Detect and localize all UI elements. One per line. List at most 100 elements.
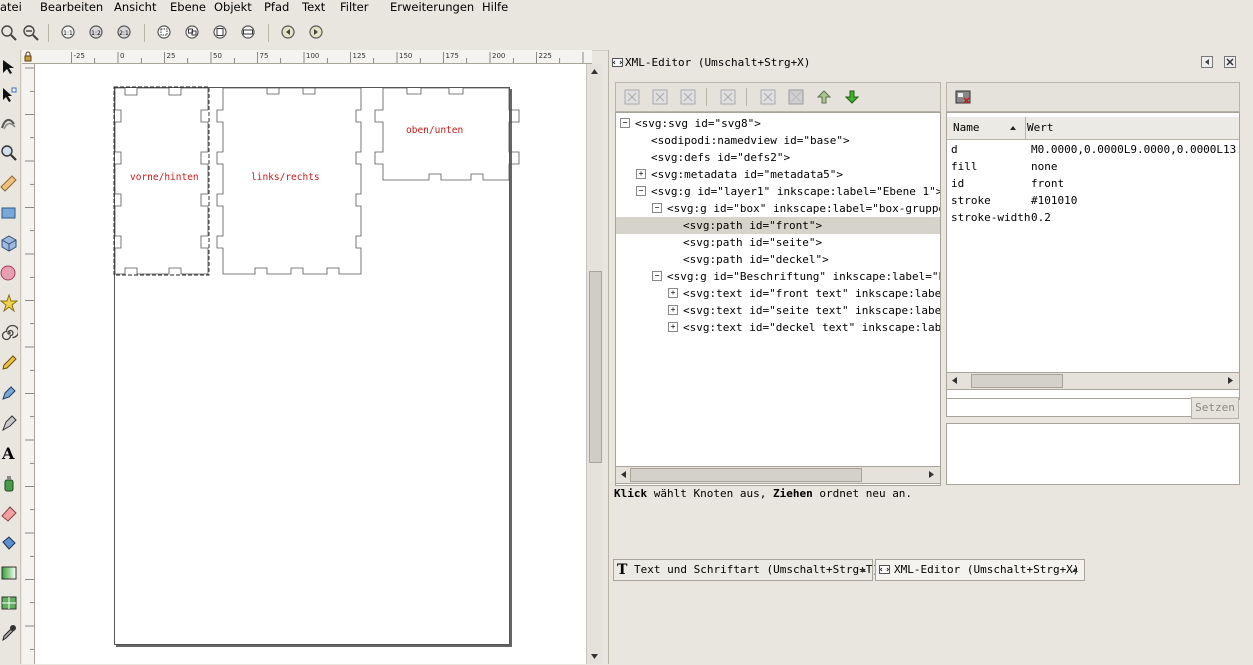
menu-edit[interactable]: Bearbeiten	[40, 0, 103, 14]
attribute-list[interactable]: Name Wert d M0.0000,0.0000L9.0000,0.0000L…	[946, 112, 1240, 400]
zoom-1-1-icon[interactable]: 1:1	[60, 24, 78, 42]
zoom-drawing-icon[interactable]	[184, 24, 202, 42]
attribute-row[interactable]: stroke #101010	[947, 192, 1237, 209]
3d-box-tool-icon[interactable]	[0, 234, 18, 252]
zoom-out-icon[interactable]	[22, 24, 40, 42]
label-links-rechts[interactable]: links/rechts	[251, 172, 320, 183]
chevron-up-icon[interactable]	[1071, 566, 1079, 574]
menu-object[interactable]: Objekt	[214, 0, 252, 14]
tree-node[interactable]: − <svg:g id="box" inkscape:label="box-gru…	[616, 200, 940, 217]
tree-node[interactable]: + <svg:text id="front text" inkscape:labe…	[616, 285, 940, 302]
set-attribute-button[interactable]: Setzen	[1191, 397, 1239, 419]
attribute-row[interactable]: id front	[947, 175, 1237, 192]
pencil-tool-icon[interactable]	[0, 354, 18, 372]
dropper-tool-icon[interactable]	[0, 624, 18, 642]
mesh-tool-icon[interactable]	[0, 594, 18, 612]
collapse-icon[interactable]: −	[636, 186, 646, 196]
scroll-left-arrow-icon[interactable]	[949, 375, 960, 386]
spiral-tool-icon[interactable]	[0, 324, 18, 342]
menu-text[interactable]: Text	[302, 0, 325, 14]
tree-node[interactable]: − <svg:g id="Beschriftung" inkscape:label…	[616, 268, 940, 285]
node-tool-icon[interactable]	[0, 86, 18, 104]
tree-node[interactable]: <svg:defs id="defs2">	[616, 149, 940, 166]
gradient-tool-icon[interactable]	[0, 564, 18, 582]
tree-node[interactable]: <svg:path id="seite">	[616, 234, 940, 251]
tree-node[interactable]: <svg:path id="deckel">	[616, 251, 940, 268]
delete-attribute-icon[interactable]	[955, 89, 971, 105]
label-oben-unten[interactable]: oben/unten	[406, 125, 463, 136]
menu-file[interactable]: atei	[0, 0, 22, 14]
tab-xml-editor[interactable]: XML-Editor (Umschalt+Strg+X)	[875, 559, 1085, 581]
lower-node-icon[interactable]	[844, 89, 860, 105]
tree-node[interactable]: <sodipodi:namedview id="base">	[616, 132, 940, 149]
drawing-canvas[interactable]: vorne/hinten links/rechts oben/unten	[35, 64, 586, 664]
expand-icon[interactable]: +	[668, 305, 678, 315]
measure-tool-icon[interactable]	[0, 174, 18, 192]
rectangle-tool-icon[interactable]	[0, 204, 18, 222]
zoom-selection-icon[interactable]	[156, 24, 174, 42]
menu-layer[interactable]: Ebene	[170, 0, 206, 14]
new-text-node-icon[interactable]	[652, 89, 668, 105]
delete-node-icon[interactable]	[720, 89, 736, 105]
zoom-2-1-icon[interactable]: 2:1	[116, 24, 134, 42]
ellipse-tool-icon[interactable]	[0, 264, 18, 282]
tree-scroll-thumb[interactable]	[630, 468, 862, 482]
expand-icon[interactable]: +	[668, 322, 678, 332]
scroll-right-arrow-icon[interactable]	[926, 469, 937, 480]
attribute-value-input[interactable]	[946, 398, 1192, 417]
menu-help[interactable]: Hilfe	[482, 0, 508, 14]
zoom-tool-icon[interactable]	[0, 144, 18, 162]
text-tool-icon[interactable]: A	[0, 444, 18, 462]
vertical-ruler[interactable]	[22, 64, 35, 664]
tree-node[interactable]: + <svg:text id="seite text" inkscape:labe…	[616, 302, 940, 319]
new-element-node-icon[interactable]	[624, 89, 640, 105]
attribute-value-textarea[interactable]	[946, 423, 1240, 485]
menu-view[interactable]: Ansicht	[114, 0, 156, 14]
zoom-in-icon[interactable]	[0, 24, 18, 42]
panel-iconify-icon[interactable]	[1201, 56, 1213, 68]
expand-icon[interactable]: +	[668, 288, 678, 298]
zoom-1-2-icon[interactable]: 1:2	[88, 24, 106, 42]
attribute-row[interactable]: fill none	[947, 158, 1237, 175]
collapse-icon[interactable]: −	[652, 203, 662, 213]
scroll-down-arrow-icon[interactable]	[589, 651, 600, 662]
menu-extensions[interactable]: Erweiterungen	[390, 0, 474, 14]
attribute-scroll-thumb[interactable]	[971, 374, 1063, 388]
menu-filter[interactable]: Filter	[340, 0, 368, 14]
tree-node[interactable]: − <svg:svg id="svg8">	[616, 115, 940, 132]
bucket-tool-icon[interactable]	[0, 534, 18, 552]
tree-node[interactable]: + <svg:metadata id="metadata5">	[616, 166, 940, 183]
star-tool-icon[interactable]	[0, 294, 18, 312]
pen-tool-icon[interactable]	[0, 384, 18, 402]
calligraphy-tool-icon[interactable]	[0, 414, 18, 432]
attribute-row[interactable]: d M0.0000,0.0000L9.0000,0.0000L13.00	[947, 141, 1239, 158]
raise-node-icon[interactable]	[816, 89, 832, 105]
scroll-up-arrow-icon[interactable]	[589, 66, 600, 77]
selector-tool-icon[interactable]	[0, 58, 18, 76]
panel-close-icon[interactable]	[1224, 56, 1236, 68]
xml-node-tree[interactable]: − <svg:svg id="svg8"> <sodipodi:namedview …	[615, 112, 941, 486]
zoom-page-icon[interactable]	[212, 24, 230, 42]
expand-icon[interactable]: +	[636, 169, 646, 179]
spray-tool-icon[interactable]	[0, 474, 18, 492]
box-drawing[interactable]	[35, 64, 586, 664]
label-vorne-hinten[interactable]: vorne/hinten	[130, 172, 199, 183]
scroll-left-arrow-icon[interactable]	[618, 469, 629, 480]
scroll-thumb[interactable]	[589, 271, 602, 463]
attribute-row[interactable]: stroke-width 0.2	[947, 209, 1237, 226]
eraser-tool-icon[interactable]	[0, 504, 18, 522]
indent-node-icon[interactable]	[788, 89, 804, 105]
unindent-node-icon[interactable]	[760, 89, 776, 105]
tree-node[interactable]: − <svg:g id="layer1" inkscape:label="Eben…	[616, 183, 940, 200]
tree-horizontal-scrollbar[interactable]	[615, 466, 941, 484]
horizontal-ruler[interactable]: -25 0 25 50 75 100 125 150 175 200 225	[22, 50, 592, 64]
column-header-value[interactable]: Wert	[1027, 121, 1054, 134]
collapse-icon[interactable]: −	[652, 271, 662, 281]
zoom-previous-icon[interactable]	[280, 24, 298, 42]
tab-text-and-font[interactable]: T Text und Schriftart (Umschalt+Strg+T)	[613, 559, 879, 581]
canvas-vertical-scrollbar[interactable]	[586, 64, 603, 664]
menu-path[interactable]: Pfad	[264, 0, 289, 14]
zoom-page-width-icon[interactable]	[240, 24, 258, 42]
tweak-tool-icon[interactable]	[0, 114, 18, 132]
chevron-up-icon[interactable]	[859, 566, 867, 574]
